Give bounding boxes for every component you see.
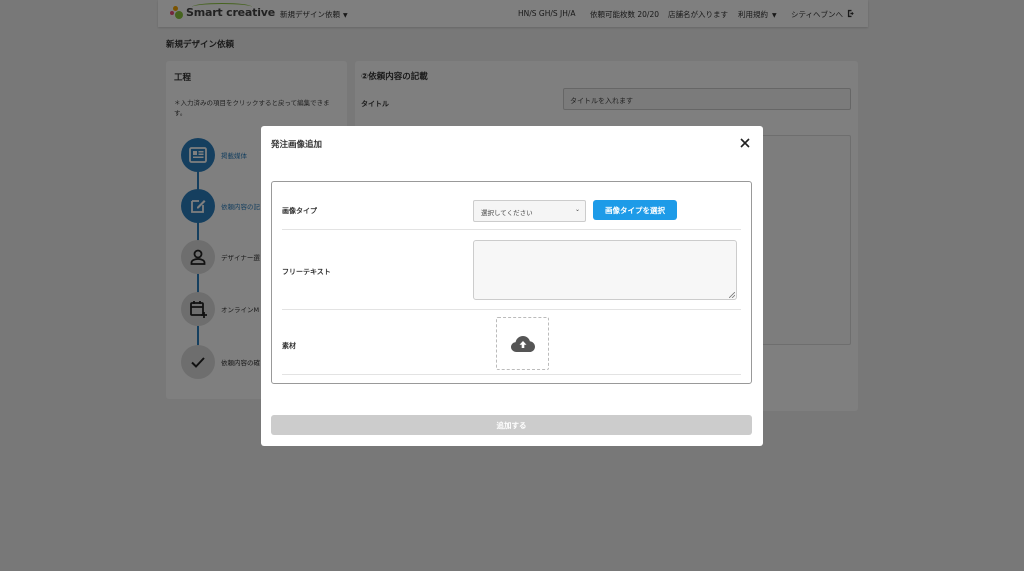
image-type-row: 画像タイプ 選択してください ⌄ 画像タイプを選択 bbox=[282, 182, 741, 230]
cloud-upload-icon bbox=[510, 335, 535, 352]
image-type-label: 画像タイプ bbox=[282, 207, 317, 215]
image-type-select[interactable]: 選択してください ⌄ bbox=[473, 200, 586, 222]
free-text-row: フリーテキスト bbox=[282, 230, 741, 310]
image-form: 画像タイプ 選択してください ⌄ 画像タイプを選択 フリーテキスト 素材 bbox=[271, 181, 752, 384]
chevron-down-icon: ⌄ bbox=[574, 206, 580, 213]
select-image-type-button[interactable]: 画像タイプを選択 bbox=[593, 200, 677, 220]
modal-title: 発注画像追加 bbox=[271, 140, 323, 150]
close-icon[interactable] bbox=[739, 137, 751, 149]
free-text-label: フリーテキスト bbox=[282, 268, 331, 276]
add-button[interactable]: 追加する bbox=[271, 415, 752, 435]
resize-handle-icon[interactable] bbox=[729, 292, 735, 298]
material-label: 素材 bbox=[282, 342, 296, 350]
material-upload-dropzone[interactable] bbox=[496, 317, 549, 370]
image-type-select-value: 選択してください bbox=[481, 209, 533, 217]
add-order-image-modal: 発注画像追加 画像タイプ 選択してください ⌄ 画像タイプを選択 フリーテキスト… bbox=[261, 126, 763, 446]
material-row: 素材 bbox=[282, 310, 741, 375]
free-text-textarea[interactable] bbox=[473, 240, 737, 300]
